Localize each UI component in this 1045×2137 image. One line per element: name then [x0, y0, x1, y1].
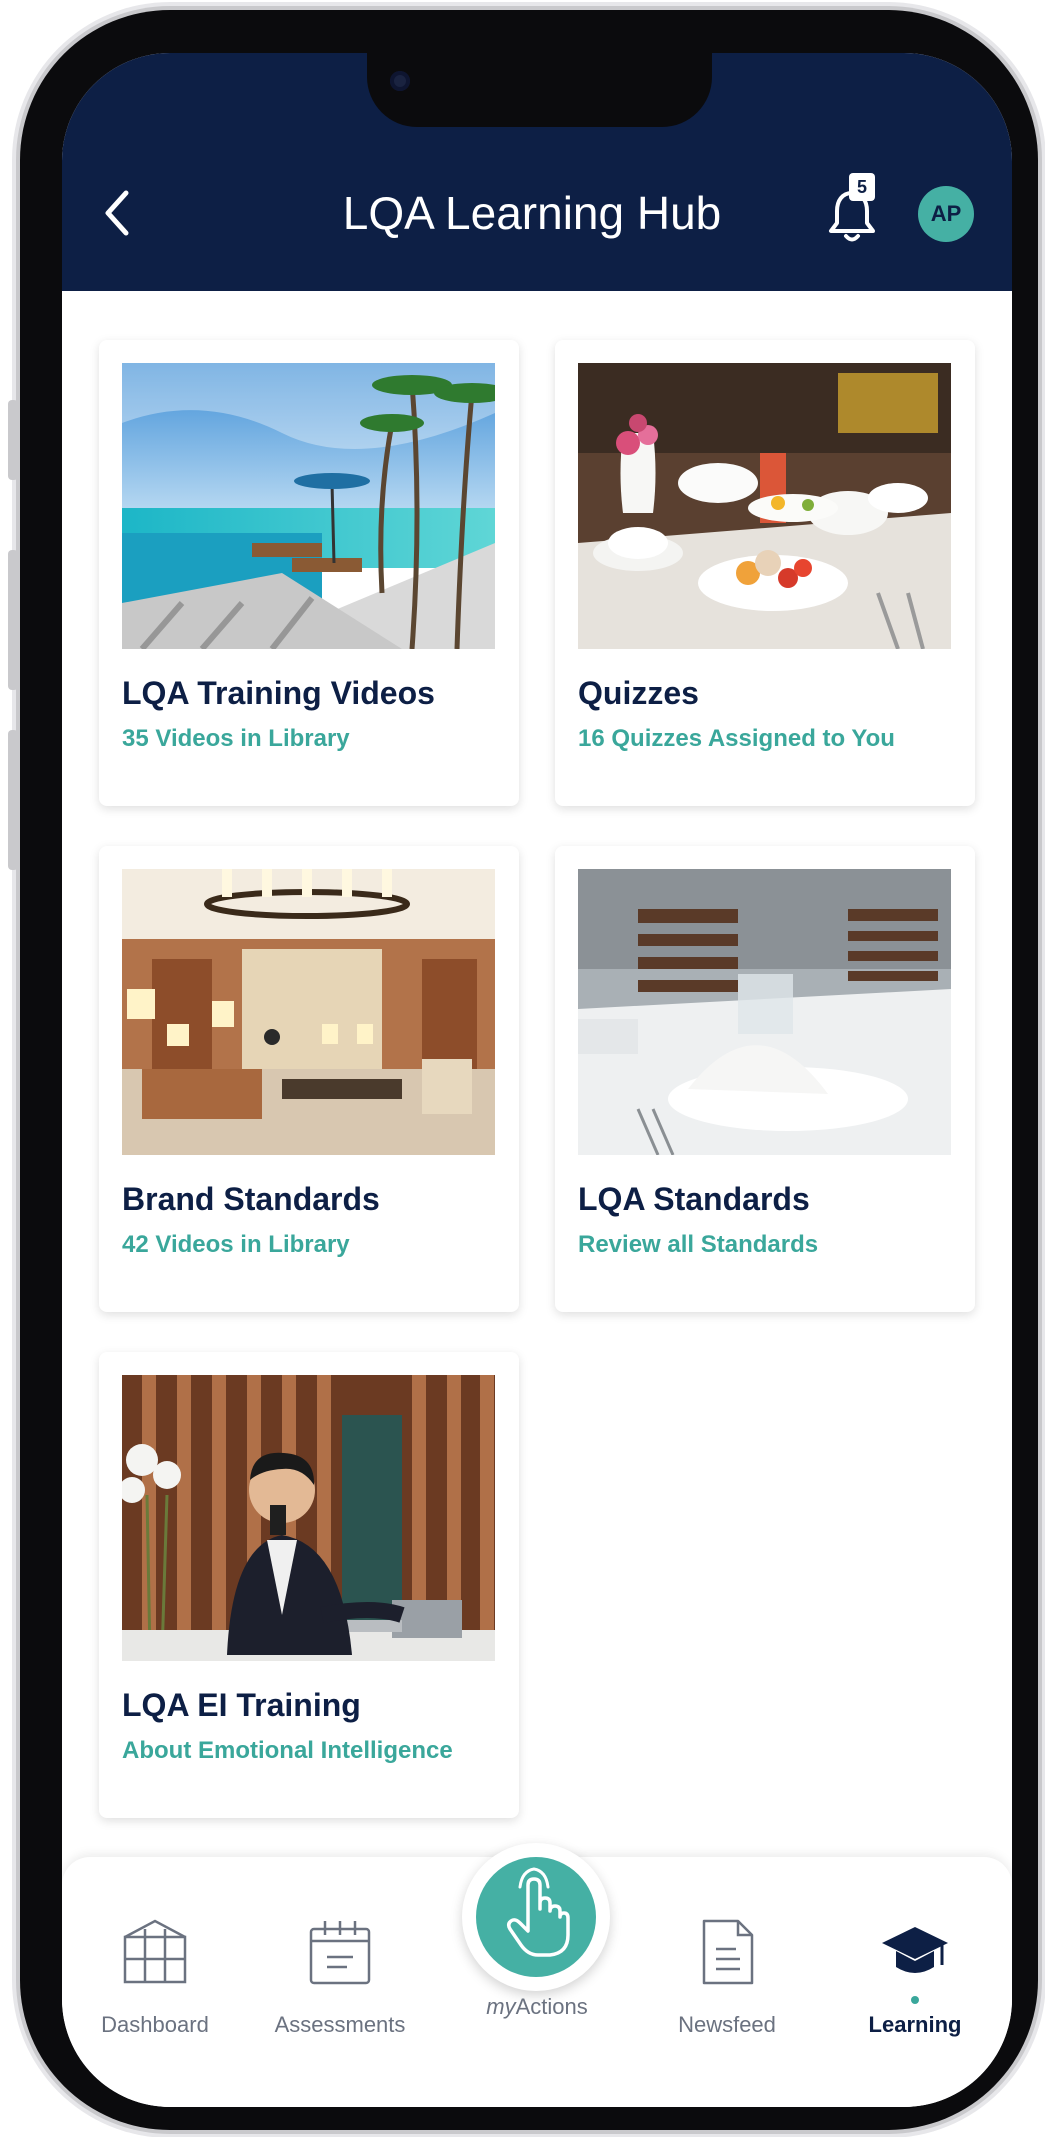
card-subtitle: Review all Standards — [578, 1231, 819, 1258]
tab-dashboard[interactable]: Dashboard — [80, 1917, 230, 2038]
tab-label: Learning — [868, 2012, 962, 2037]
app-header: LQA Learning Hub 5 AP — [62, 53, 1012, 291]
graduation-cap-icon — [882, 1927, 948, 1973]
front-desk-agent-image — [122, 1375, 495, 1661]
card-title: Brand Standards — [122, 1181, 380, 1217]
myactions-button-circle — [476, 1857, 596, 1977]
card-subtitle: About Emotional Intelligence — [122, 1737, 453, 1764]
card-subtitle: 42 Videos in Library — [122, 1231, 350, 1258]
card-lqa-standards[interactable]: LQA Standards Review all Standards — [555, 846, 975, 1312]
calendar-icon — [309, 1921, 371, 1985]
resort-pool-image — [122, 363, 495, 649]
card-title: Quizzes — [578, 675, 699, 711]
front-camera — [390, 71, 410, 91]
side-button — [8, 730, 18, 870]
breakfast-table-image — [578, 363, 951, 649]
myactions-label-prefix: my — [486, 1994, 516, 2019]
dashboard-icon — [123, 1919, 187, 1984]
side-button — [8, 400, 18, 480]
page-title: LQA Learning Hub — [342, 187, 722, 239]
card-subtitle: 35 Videos in Library — [122, 725, 350, 752]
side-button — [8, 550, 18, 690]
user-avatar[interactable]: AP — [918, 186, 974, 242]
table-setting-image — [578, 869, 951, 1155]
notch — [367, 53, 712, 127]
chevron-left-icon — [105, 190, 129, 236]
back-button[interactable] — [92, 183, 142, 243]
myactions-label: myActions — [437, 1994, 637, 2020]
tab-assessments[interactable]: Assessments — [265, 1917, 415, 2038]
tap-hand-icon — [506, 1867, 570, 1957]
tab-newsfeed[interactable]: Newsfeed — [652, 1917, 802, 2038]
myactions-button[interactable] — [462, 1843, 610, 1991]
active-indicator-dot — [911, 1996, 919, 2004]
app-screen: LQA Learning Hub 5 AP LQA Training Video… — [62, 53, 1012, 2107]
myactions-label-suffix: Actions — [515, 1994, 588, 2019]
card-title: LQA EI Training — [122, 1687, 361, 1723]
tab-label: Assessments — [274, 2012, 406, 2037]
card-quizzes[interactable]: Quizzes 16 Quizzes Assigned to You — [555, 340, 975, 806]
document-icon — [702, 1919, 754, 1985]
notification-count-badge: 5 — [849, 173, 875, 201]
card-title: LQA Training Videos — [122, 675, 435, 711]
tab-label: Dashboard — [101, 2012, 209, 2037]
tab-learning[interactable]: Learning — [840, 1917, 990, 2038]
tab-label: Newsfeed — [678, 2012, 776, 2037]
card-title: LQA Standards — [578, 1181, 810, 1217]
hotel-lobby-image — [122, 869, 495, 1155]
card-lqa-ei-training[interactable]: LQA EI Training About Emotional Intellig… — [99, 1352, 519, 1818]
card-brand-standards[interactable]: Brand Standards 42 Videos in Library — [99, 846, 519, 1312]
card-subtitle: 16 Quizzes Assigned to You — [578, 725, 895, 752]
card-lqa-training-videos[interactable]: LQA Training Videos 35 Videos in Library — [99, 340, 519, 806]
